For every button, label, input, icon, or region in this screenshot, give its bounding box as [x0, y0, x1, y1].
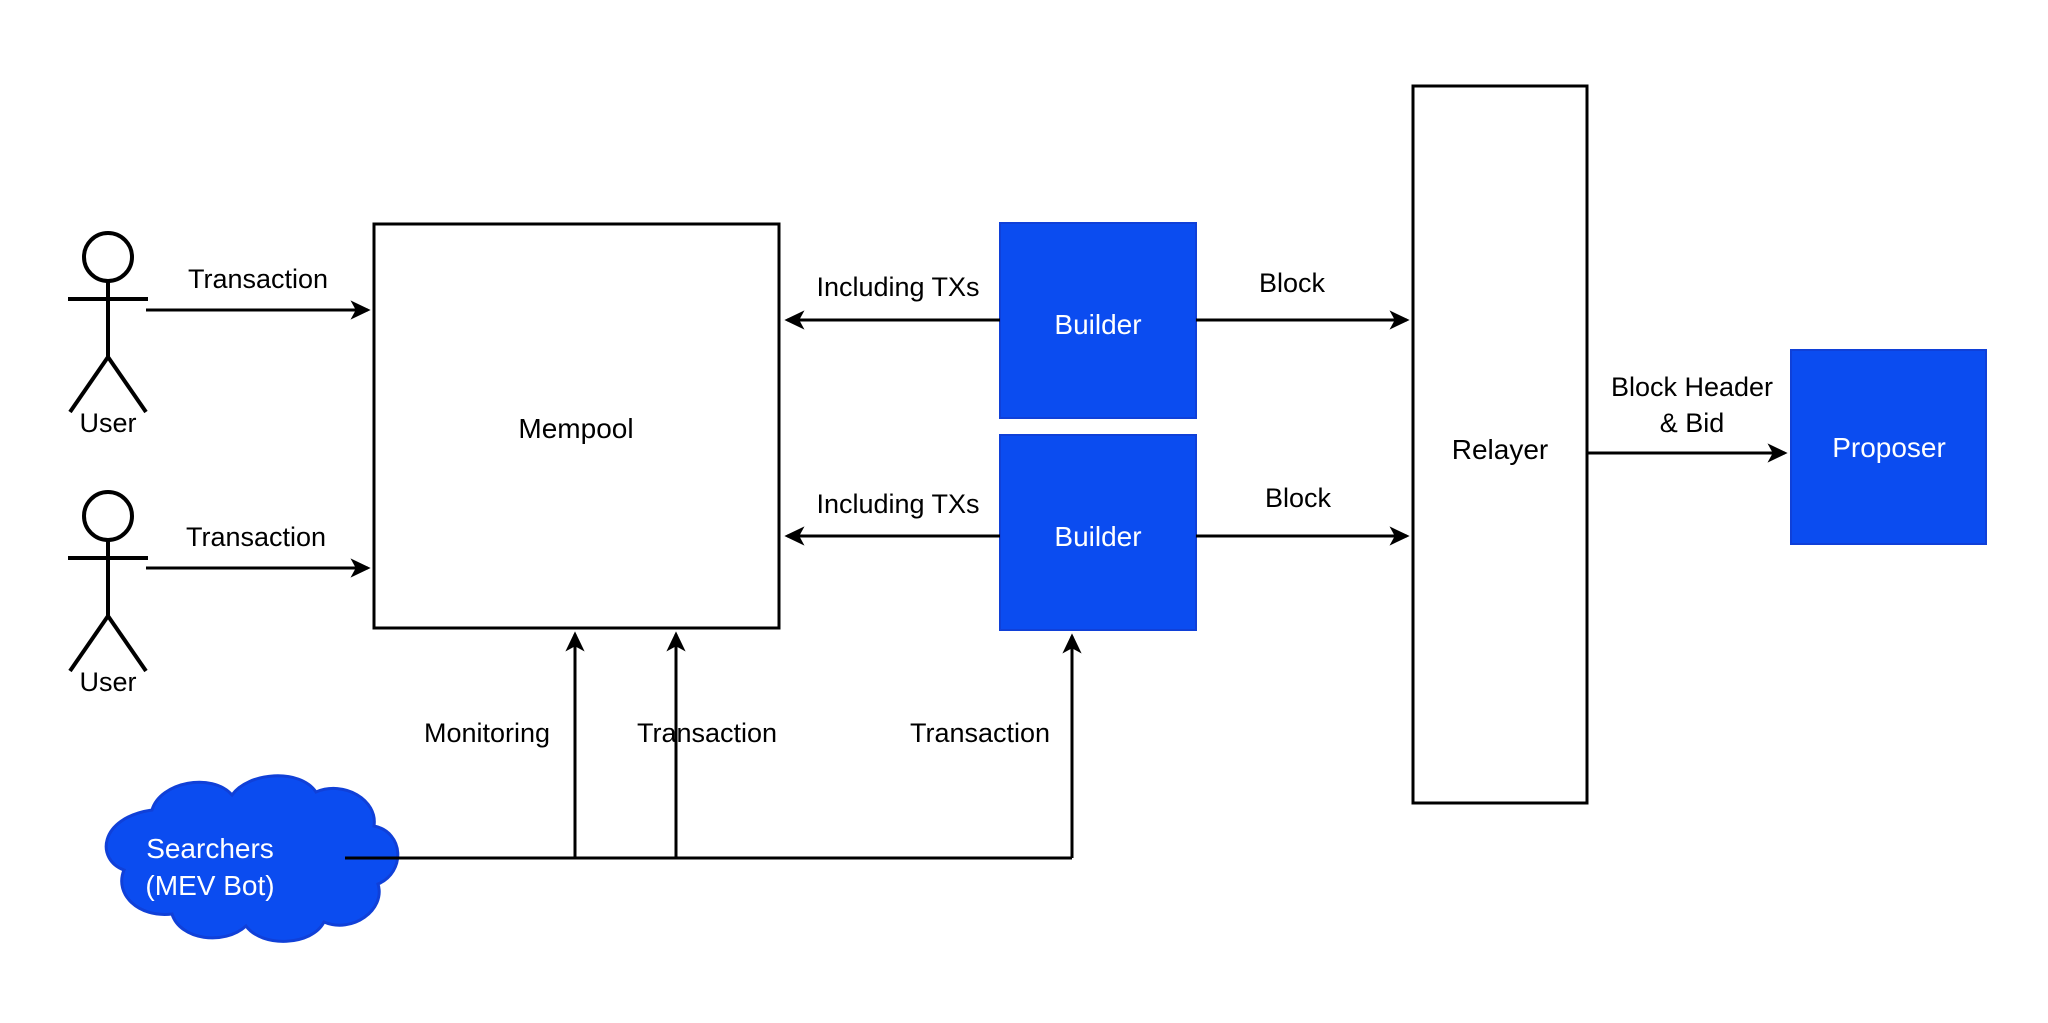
edge-builder-top-to-relayer: Block	[1196, 268, 1410, 330]
edge-builder-bottom-to-relayer: Block	[1196, 483, 1410, 546]
proposer-label: Proposer	[1832, 432, 1946, 463]
edge-label-block-header: Block Header	[1611, 372, 1773, 402]
edge-label-including-txs: Including TXs	[816, 489, 979, 519]
mempool-label: Mempool	[518, 413, 633, 444]
edge-searchers-monitoring-mempool: Monitoring	[424, 631, 585, 858]
user-leg-right-line	[106, 355, 148, 414]
node-relayer[interactable]: Relayer	[1411, 84, 1589, 805]
edge-searchers-transaction-builder: Transaction	[910, 633, 1082, 858]
edge-label-and-bid: & Bid	[1660, 408, 1725, 438]
edge-user-top-to-mempool: Transaction	[146, 264, 371, 320]
relayer-label: Relayer	[1452, 434, 1548, 465]
node-proposer[interactable]: Proposer	[1790, 349, 1987, 545]
edge-builder-top-to-mempool: Including TXs	[784, 272, 1000, 330]
edge-label-transaction: Transaction	[637, 718, 777, 748]
edge-label-transaction: Transaction	[910, 718, 1050, 748]
searchers-label-line1: Searchers	[146, 833, 274, 864]
user-leg-right-line	[106, 614, 148, 673]
edge-label-monitoring: Monitoring	[424, 718, 550, 748]
edge-label-block: Block	[1259, 268, 1326, 298]
user-head-icon	[82, 231, 134, 283]
builder-top-label: Builder	[1054, 309, 1141, 340]
edge-label-block: Block	[1265, 483, 1332, 513]
edge-label-transaction: Transaction	[186, 522, 326, 552]
actor-user-bottom: User	[68, 490, 148, 697]
builder-bottom-label: Builder	[1054, 521, 1141, 552]
actor-user-top: User	[68, 231, 148, 438]
edge-relayer-to-proposer: Block Header & Bid	[1587, 372, 1788, 463]
user-leg-left-line	[68, 614, 110, 673]
edge-label-transaction: Transaction	[188, 264, 328, 294]
searchers-label-line2: (MEV Bot)	[145, 870, 274, 901]
user-leg-left-line	[68, 355, 110, 414]
edge-label-including-txs: Including TXs	[816, 272, 979, 302]
edge-user-bottom-to-mempool: Transaction	[146, 522, 371, 578]
node-builder-top[interactable]: Builder	[999, 222, 1197, 419]
diagram-canvas: User User Mempool Builder Builder Relaye…	[0, 0, 2048, 1023]
edge-builder-bottom-to-mempool: Including TXs	[784, 489, 1000, 546]
user-head-icon	[82, 490, 134, 542]
node-builder-bottom[interactable]: Builder	[999, 434, 1197, 631]
user-top-label: User	[79, 408, 136, 438]
node-mempool[interactable]: Mempool	[372, 222, 781, 630]
flow-diagram: User User Mempool Builder Builder Relaye…	[68, 84, 1987, 943]
user-bottom-label: User	[79, 667, 136, 697]
edge-searchers-transaction-mempool: Transaction	[637, 631, 777, 858]
